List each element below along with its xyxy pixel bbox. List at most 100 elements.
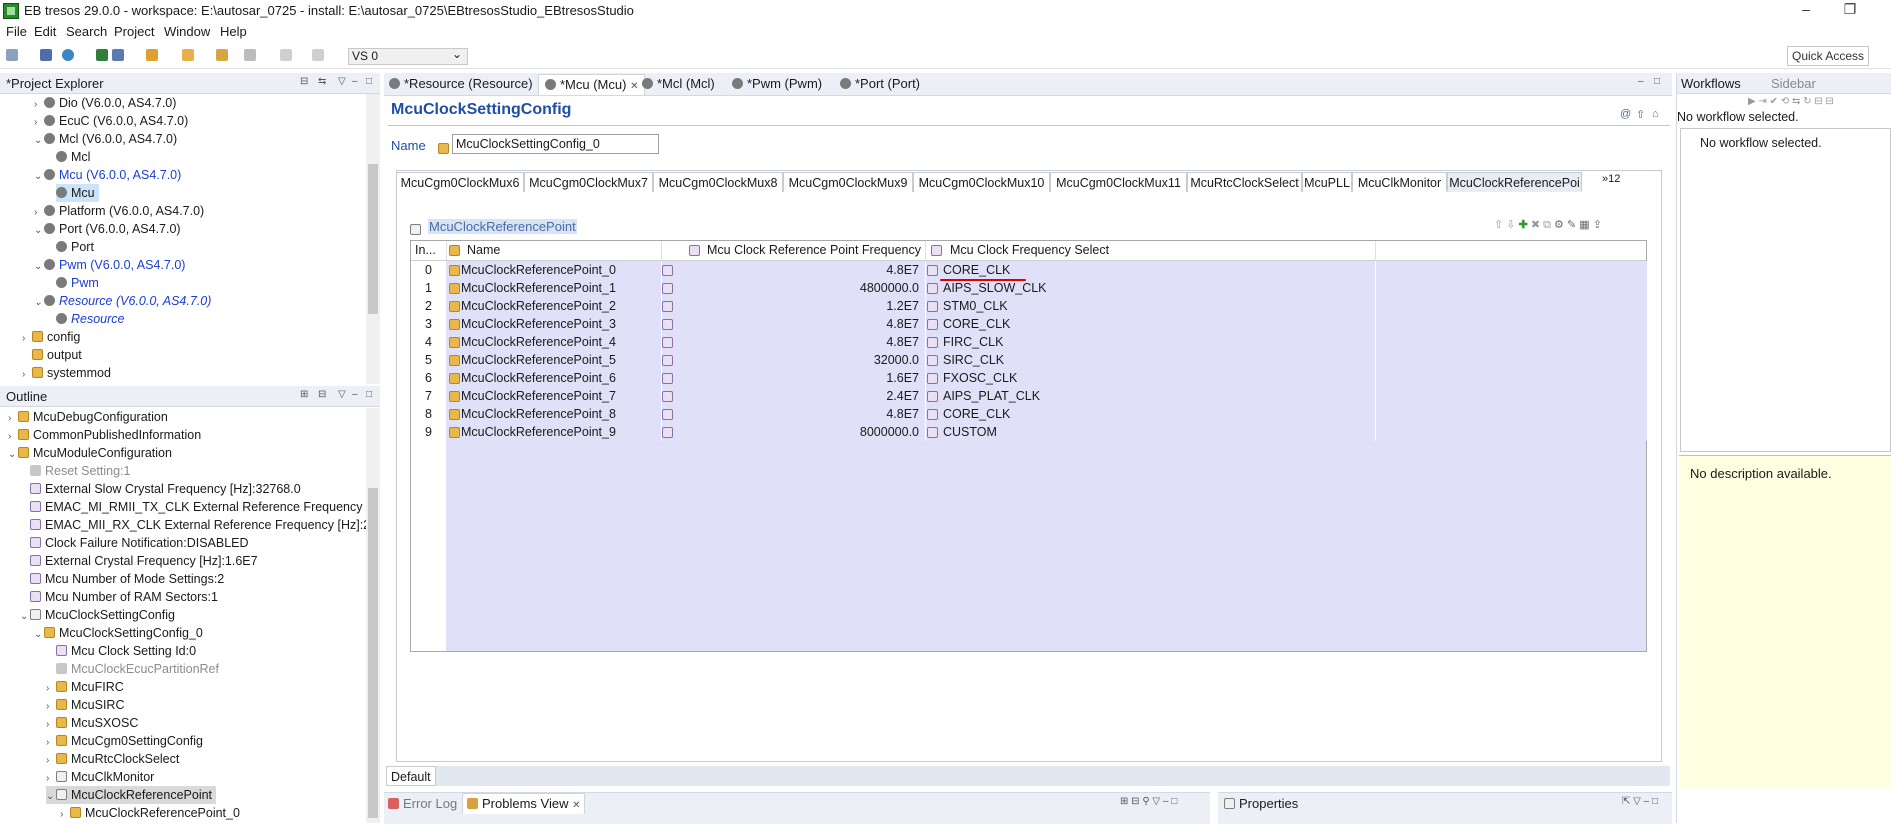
view-menu-icon[interactable]: ▽ (338, 389, 346, 400)
minimize-button[interactable]: – (1786, 1, 1826, 21)
table-row[interactable]: 4 McuClockReferencePoint_4 4.8E7 FIRC_CL… (411, 333, 1647, 351)
tree-item[interactable]: ⌄ Mcu (V6.0.0, AS4.7.0) (34, 166, 181, 184)
restore-button[interactable]: ❐ (1830, 1, 1870, 21)
subtab-clock-reference-point-active[interactable]: McuClockReferencePoi (1447, 172, 1582, 192)
settings-icon[interactable]: ⚙ (1554, 219, 1564, 231)
table-row[interactable]: 2 McuClockReferencePoint_2 1.2E7 STM0_CL… (411, 297, 1647, 315)
tree-item[interactable]: Mcu Clock Setting Id:0 (56, 642, 196, 660)
menu-window[interactable]: Window (164, 24, 210, 39)
subtab-clockmux9[interactable]: McuCgm0ClockMux9 (783, 172, 913, 192)
menu-project[interactable]: Project (114, 24, 154, 39)
tree-item[interactable]: Reset Setting:1 (30, 462, 130, 480)
name-input[interactable]: McuClockSettingConfig_0 (452, 134, 659, 154)
tree-item[interactable]: › McuClockReferencePoint_0 (60, 804, 240, 822)
table-row[interactable]: 5 McuClockReferencePoint_5 32000.0 SIRC_… (411, 351, 1647, 369)
help-icon[interactable]: @ (1620, 108, 1631, 120)
workflows-title[interactable]: Workflows (1681, 76, 1741, 91)
collapse-icon[interactable]: ⊟ (318, 389, 326, 400)
forward-icon[interactable] (244, 49, 256, 61)
col-frequency[interactable]: Mcu Clock Reference Point Frequency (707, 241, 921, 260)
expand-icon[interactable]: ⊞ (300, 389, 308, 400)
scrollbar-thumb[interactable] (368, 164, 378, 314)
subtab-overflow[interactable]: »12 (1602, 173, 1620, 185)
table-row[interactable]: 7 McuClockReferencePoint_7 2.4E7 AIPS_PL… (411, 387, 1647, 405)
tree-item-selected[interactable]: Mcu (56, 184, 99, 202)
tree-item[interactable]: Mcu Number of Mode Settings:2 (30, 570, 224, 588)
col-name[interactable]: Name (467, 241, 500, 260)
project-tree-scrollbar[interactable] (366, 94, 380, 384)
tab-port[interactable]: *Port (Port) (840, 74, 920, 94)
tree-item[interactable]: › McuClkMonitor (46, 768, 154, 786)
tree-item[interactable]: › CommonPublishedInformation (8, 426, 201, 444)
table-row[interactable]: 0 McuClockReferencePoint_0 4.8E7 CORE_CL… (411, 261, 1647, 279)
scrollbar-thumb[interactable] (368, 488, 378, 818)
tree-item[interactable]: Pwm (56, 274, 99, 292)
table-row[interactable]: 1 McuClockReferencePoint_1 4800000.0 AIP… (411, 279, 1647, 297)
move-up-icon[interactable]: ⇧ (1494, 219, 1503, 231)
link-editor-icon[interactable]: ⇆ (318, 76, 326, 87)
tree-item[interactable]: McuClockEcucPartitionRef (56, 660, 219, 678)
col-frequency-select[interactable]: Mcu Clock Frequency Select (950, 241, 1109, 260)
copy-icon[interactable]: ⧉ (1543, 219, 1551, 231)
outline-scrollbar[interactable] (366, 408, 380, 823)
sidebar-title[interactable]: Sidebar (1771, 76, 1816, 91)
tab-problems-view[interactable]: Problems View ✕ (462, 793, 586, 814)
tree-item[interactable]: › config (22, 328, 80, 346)
tree-item[interactable]: ⌄ Resource (V6.0.0, AS4.7.0) (34, 292, 211, 310)
delete-icon[interactable]: ✖ (1531, 219, 1540, 231)
menu-help[interactable]: Help (220, 24, 247, 39)
properties-controls[interactable]: ⇱ ▽ – □ (1622, 796, 1658, 807)
tree-item[interactable]: › McuRtcClockSelect (46, 750, 179, 768)
add-icon[interactable]: ✚ (1519, 219, 1528, 231)
globe-icon[interactable] (62, 49, 74, 61)
minimize-view-icon[interactable]: – (352, 76, 358, 87)
bottom-view-controls[interactable]: ⊞ ⊟ ⚲ ▽ – □ (1120, 796, 1177, 807)
tree-item[interactable]: Port (56, 238, 94, 256)
menu-search[interactable]: Search (66, 24, 107, 39)
tree-item[interactable]: External Slow Crystal Frequency [Hz]:327… (30, 480, 301, 498)
tree-item[interactable]: Resource (56, 310, 125, 328)
tab-pwm[interactable]: *Pwm (Pwm) (732, 74, 822, 94)
tab-resource[interactable]: *Resource (Resource) (389, 74, 533, 94)
tree-item[interactable]: › Dio (V6.0.0, AS4.7.0) (34, 94, 176, 112)
tree-item[interactable]: › EcuC (V6.0.0, AS4.7.0) (34, 112, 188, 130)
view-menu-icon[interactable]: ▽ (338, 76, 346, 87)
tab-mcu-active[interactable]: *Mcu (Mcu) ✕ (538, 74, 646, 95)
back-icon[interactable] (216, 49, 228, 61)
save-icon[interactable] (40, 49, 52, 61)
history-icon[interactable] (312, 49, 324, 61)
verify-icon[interactable] (146, 49, 158, 61)
default-tab[interactable]: Default (386, 766, 436, 786)
tree-item[interactable]: ⌄ Pwm (V6.0.0, AS4.7.0) (34, 256, 185, 274)
tree-item[interactable]: EMAC_MII_RX_CLK External Reference Frequ… (30, 516, 366, 534)
wand-icon[interactable] (182, 49, 194, 61)
subtab-clockmux7[interactable]: McuCgm0ClockMux7 (524, 172, 653, 192)
tree-item[interactable]: EMAC_MI_RMII_TX_CLK External Reference F… (30, 498, 366, 516)
tree-item[interactable]: output (22, 346, 82, 364)
tab-mcl[interactable]: *Mcl (Mcl) (642, 74, 715, 94)
menu-edit[interactable]: Edit (34, 24, 56, 39)
maximize-view-icon[interactable]: □ (366, 76, 372, 87)
variant-select[interactable]: VS 0 (348, 47, 468, 65)
subtab-clockmux11[interactable]: McuCgm0ClockMux11 (1050, 172, 1187, 192)
export-icon[interactable]: ⇪ (1593, 219, 1602, 231)
generate-icon[interactable] (96, 49, 108, 61)
maximize-view-icon[interactable]: □ (366, 389, 372, 400)
subtab-clockmux10[interactable]: McuCgm0ClockMux10 (913, 172, 1050, 192)
tree-item[interactable]: Clock Failure Notification:DISABLED (30, 534, 249, 552)
tree-item[interactable]: › McuSIRC (46, 696, 124, 714)
subtab-clockmux8[interactable]: McuCgm0ClockMux8 (653, 172, 783, 192)
outline-title[interactable]: Outline (6, 389, 47, 404)
project-explorer-title[interactable]: *Project Explorer (6, 76, 104, 91)
tree-item[interactable]: › McuSXOSC (46, 714, 138, 732)
tree-item[interactable]: › McuCgm0SettingConfig (46, 732, 203, 750)
up-icon[interactable]: ⇧ (1636, 108, 1645, 121)
tree-item[interactable]: › McuFIRC (46, 678, 124, 696)
tree-item[interactable]: ⌄ Port (V6.0.0, AS4.7.0) (34, 220, 181, 238)
tree-item[interactable]: Mcl (56, 148, 90, 166)
table-row[interactable]: 9 McuClockReferencePoint_9 8000000.0 CUS… (411, 423, 1647, 441)
subtab-rtc-clock-select[interactable]: McuRtcClockSelect (1187, 172, 1302, 192)
workflow-toolbar[interactable]: ▶ ⇥ ✔ ⟲ ⇆ ↻ ⊟ ⊟ (1748, 96, 1834, 107)
menu-file[interactable]: File (6, 24, 27, 39)
table-row[interactable]: 3 McuClockReferencePoint_3 4.8E7 CORE_CL… (411, 315, 1647, 333)
